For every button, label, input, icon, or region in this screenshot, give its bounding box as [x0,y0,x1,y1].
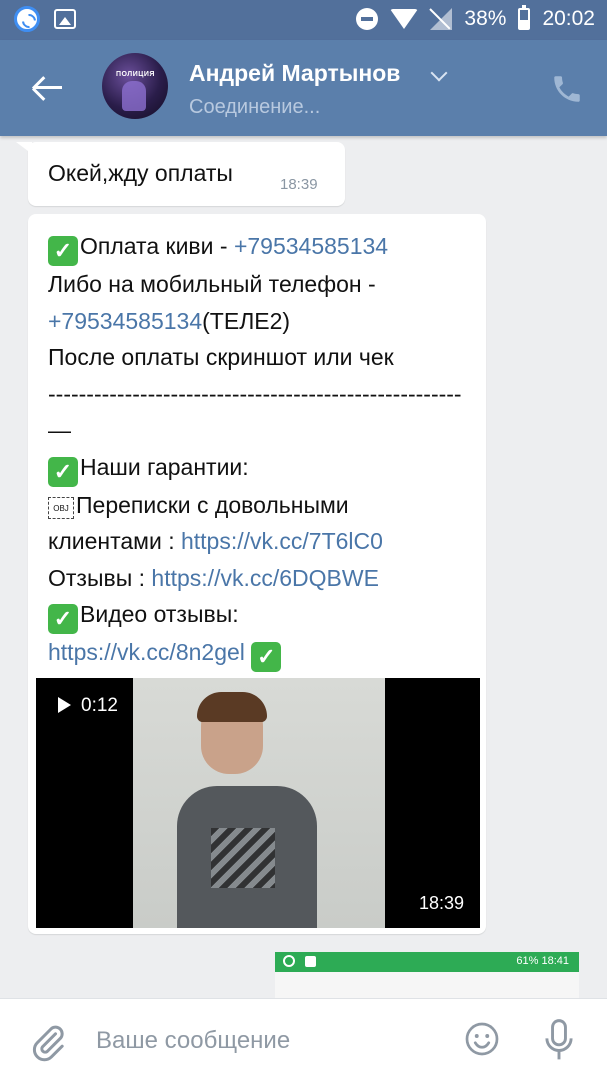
back-arrow-icon[interactable] [30,72,64,102]
video-thumbnail [133,678,385,928]
check-mark-icon: ✓ [48,236,78,266]
battery-percent: 38% [464,7,507,30]
message-bubble[interactable]: Окей,жду оплаты 18:39 [16,142,345,206]
video-duration-badge[interactable]: 0:12 [44,686,132,724]
battery-icon [518,5,531,30]
avatar[interactable]: ПОЛИЦИЯ [102,53,168,119]
message-text: ✓ Оплата киви - +79534585134 Либо на моби… [48,228,473,672]
check-mark-icon: ✓ [48,456,78,487]
video-duration: 0:12 [81,695,118,716]
check-mark-icon: ✓ [251,642,282,672]
image-notification-icon [54,9,76,29]
play-icon [58,697,71,713]
phone-icon[interactable] [550,72,584,106]
app-notification-icon [305,956,316,967]
reviews-link[interactable]: https://vk.cc/7T6lC0 [181,528,383,554]
screenshot-status-bar: 61% 18:41 [275,952,579,972]
avatar-text: ПОЛИЦИЯ [116,71,155,78]
video-attachment[interactable]: 0:12 18:39 [36,678,480,928]
paperclip-icon[interactable] [28,1023,68,1063]
object-replacement-icon: OBJ [48,496,74,519]
phone-link[interactable]: +79534585134 [48,308,202,334]
microphone-icon[interactable] [542,1019,576,1061]
message-time: 18:39 [418,893,464,913]
no-signal-icon [430,8,453,30]
app-notification-icon [14,6,40,32]
reviews-link[interactable]: https://vk.cc/6DQBWE [151,565,379,591]
connection-status: Соединение... [189,96,321,118]
check-mark-icon: ✓ [48,604,78,634]
message-text: Окей,жду оплаты [48,160,233,186]
emoji-icon[interactable] [464,1021,500,1057]
do-not-disturb-icon [356,8,379,30]
chat-header: ПОЛИЦИЯ Андрей Мартынов Соединение... [0,40,607,136]
clock: 20:02 [542,7,595,30]
chevron-down-icon[interactable] [430,64,448,82]
video-reviews-link[interactable]: https://vk.cc/8n2gel [48,639,245,665]
wifi-icon [390,9,419,29]
message-time: 18:39 [280,176,318,193]
screenshot-status-text: 61% 18:41 [516,955,569,967]
contact-name[interactable]: Андрей Мартынов [189,60,400,87]
message-bubble[interactable]: ✓ Оплата киви - +79534585134 Либо на моби… [28,214,486,934]
phone-link[interactable]: +79534585134 [234,233,388,259]
composer: Ваше сообщение [0,998,607,1081]
status-bar: 38% 20:02 [0,0,607,40]
message-input[interactable]: Ваше сообщение [96,1027,290,1055]
app-notification-icon [283,955,295,967]
